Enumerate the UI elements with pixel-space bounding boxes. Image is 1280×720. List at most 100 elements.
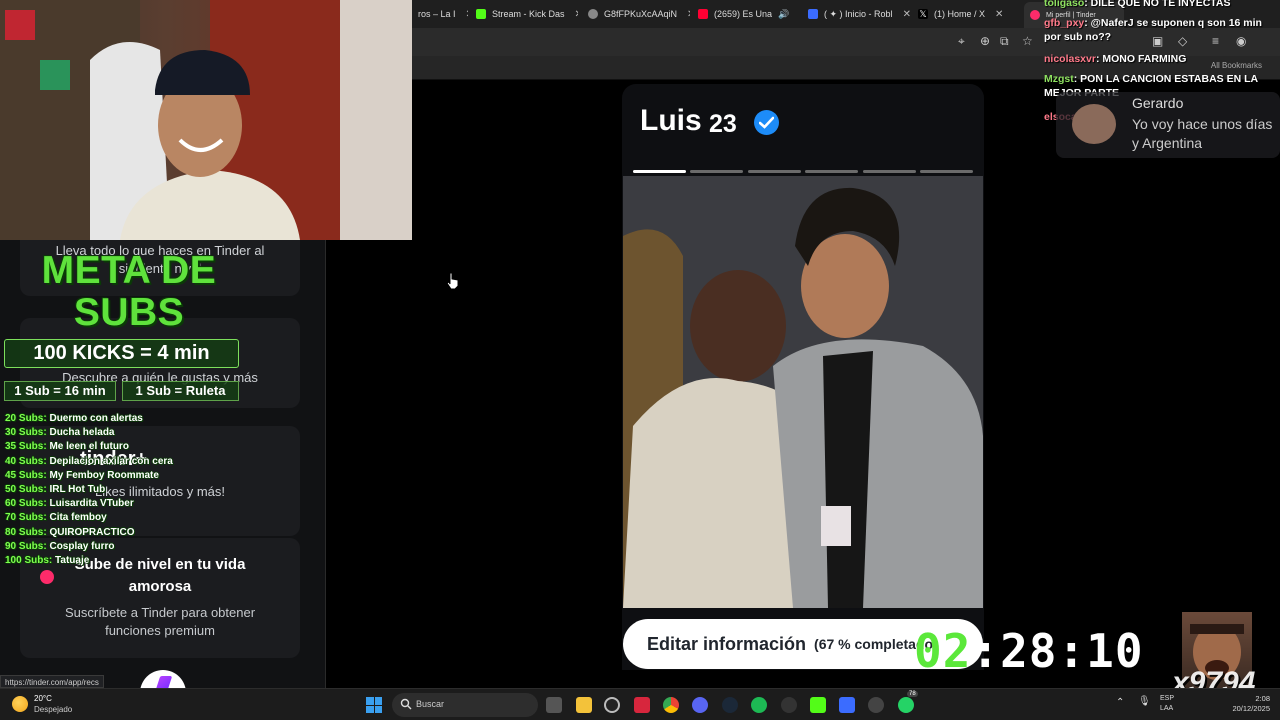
install-app-icon[interactable]: ⧉ (1000, 34, 1009, 49)
location-icon[interactable]: ⌖ (958, 34, 965, 49)
sub-time-rule: 1 Sub = 16 min (4, 381, 116, 401)
tab-close-icon[interactable]: ✕ (687, 9, 690, 20)
kicks-rule-box: 100 KICKS = 4 min (4, 339, 239, 368)
bookmark-star-icon[interactable]: ☆ (1022, 34, 1033, 48)
chat-message: nicolasxvr: MONO FARMING (1044, 52, 1280, 66)
tab-close-icon[interactable]: ✕ (575, 9, 578, 20)
roblox-favicon-icon (808, 9, 818, 19)
sub-goal-count: 50 Subs: (5, 484, 47, 496)
microphone-icon[interactable]: 🎙 (1138, 696, 1151, 707)
kick-icon[interactable] (810, 697, 826, 713)
system-clock[interactable]: 2:08 20/12/2025 (1218, 694, 1270, 714)
notification-message: Yo voy hace unos días y Argentina (1132, 116, 1273, 151)
sub-goal-count: 90 Subs: (5, 540, 47, 552)
obs-icon[interactable] (604, 697, 620, 713)
sub-goal-text: My Femboy Roommate (49, 469, 159, 481)
app-gray-icon[interactable] (868, 697, 884, 713)
app-dark-icon[interactable] (781, 697, 797, 713)
file-explorer-icon[interactable] (576, 697, 592, 713)
tab-label: ( ✦ ) Inicio - Robl (824, 8, 893, 19)
taskbar-search[interactable]: Buscar (392, 693, 538, 717)
speaker-icon[interactable]: 🔊 (778, 9, 789, 20)
status-bar-url: https://tinder.com/app/recs (0, 675, 104, 688)
chat-text: : DILE QUE NO TE INYECTAS (1084, 0, 1231, 9)
chat-text: : MONO FARMING (1095, 53, 1187, 65)
discord-icon[interactable] (692, 697, 708, 713)
tray-chevron-icon[interactable]: ⌃ (1116, 697, 1124, 708)
photo-progress-bar[interactable] (690, 170, 744, 173)
sub-goal-text: IRL Hot Tub (49, 484, 106, 496)
sub-goal-item: 40 Subs: Depilacion axilar con cera (5, 455, 173, 469)
spotify-icon[interactable] (751, 697, 767, 713)
chat-message: gfb_pxy: @NaferJ se suponen q son 16 min… (1044, 16, 1280, 44)
photo-progress-bar[interactable] (862, 170, 916, 173)
windows-start-icon[interactable] (366, 697, 382, 713)
zoom-icon[interactable]: ⊕ (980, 34, 990, 48)
windows-taskbar: 20°C Despejado Buscar 78 ⌃ 🎙 ESP LAA 2:0… (0, 688, 1280, 720)
app-blue-icon[interactable] (839, 697, 855, 713)
tab-close-icon[interactable]: ✕ (903, 9, 910, 20)
sub-roulette-rule: 1 Sub = Ruleta (122, 381, 239, 401)
keyboard-language[interactable]: ESP LAA (1160, 694, 1174, 714)
weather-temperature: 20°C (34, 694, 52, 703)
sub-goal-item: 80 Subs: QUIROPRACTICO (5, 526, 173, 540)
sub-goal-item: 50 Subs: IRL Hot Tub (5, 483, 173, 497)
sub-goal-count: 40 Subs: (5, 455, 47, 467)
sub-goal-item: 70 Subs: Cita femboy (5, 511, 173, 525)
search-icon (400, 698, 412, 710)
sub-goal-text: Tatuaje (55, 555, 90, 567)
sub-goal-text: Duermo con alertas (49, 413, 143, 424)
sub-goal-count: 20 Subs: (5, 413, 47, 424)
steam-icon[interactable] (722, 697, 738, 713)
youtube-favicon-icon (698, 9, 708, 19)
app-red-icon[interactable] (634, 697, 650, 713)
browser-tab[interactable]: G8fFPKuXcAAqiN ✕ (582, 4, 690, 24)
browser-tab[interactable]: ( ✦ ) Inicio - Robl ✕ (802, 4, 910, 24)
profile-photo[interactable] (623, 176, 983, 608)
tab-label: ros – La I (418, 9, 456, 19)
chat-username[interactable]: Mzgst (1044, 73, 1074, 85)
sub-goal-text: QUIROPRACTICO (49, 526, 135, 538)
sub-goal-text: Depilacion axilar con cera (49, 455, 173, 467)
photo-progress-bar[interactable] (747, 170, 801, 173)
tab-close-icon[interactable]: ✕ (995, 9, 1003, 20)
sub-goal-item: 45 Subs: My Femboy Roommate (5, 469, 173, 483)
sub-goal-count: 100 Subs: (5, 555, 53, 567)
clock-date: 20/12/2025 (1232, 704, 1270, 713)
photo-progress-bar[interactable] (920, 170, 973, 173)
profile-name: Luis (640, 104, 702, 137)
timer-hours: 02 (914, 624, 972, 678)
weather-sun-icon[interactable] (12, 696, 28, 712)
edit-profile-label: Editar información (647, 633, 807, 654)
tab-close-icon[interactable]: ✕ (799, 9, 800, 20)
streamer-webcam (0, 0, 412, 240)
sub-goal-count: 30 Subs: (5, 427, 47, 439)
tinder-favicon-icon (1030, 10, 1040, 20)
chat-username[interactable]: gfb_pxy (1044, 17, 1084, 29)
sub-goal-item: 90 Subs: Cosplay furro (5, 540, 173, 554)
sub-goal-text: Cosplay furro (49, 540, 115, 552)
timer-rest: :28:10 (971, 624, 1144, 678)
layout-code: LAA (1160, 705, 1174, 712)
browser-tab[interactable]: Stream - Kick Das ✕ (470, 4, 578, 24)
browser-tab[interactable]: ros – La I ✕ (412, 4, 468, 24)
chat-username[interactable]: toligaso (1044, 0, 1084, 9)
sub-goal-item: 35 Subs: Me leen el futuro (5, 440, 173, 454)
photo-progress-bar[interactable] (633, 170, 686, 173)
tab-label: (2659) Es Una (714, 9, 773, 19)
kick-favicon-icon (476, 9, 486, 19)
image-favicon-icon (588, 9, 598, 19)
browser-tab[interactable]: 𝕏 (1) Home / X ✕ (912, 4, 1020, 24)
sub-goal-text: Luisardita VTuber (49, 498, 134, 510)
whatsapp-icon[interactable]: 78 (898, 691, 918, 713)
sub-goal-count: 45 Subs: (5, 469, 47, 481)
chrome-icon[interactable] (663, 697, 679, 713)
task-view-icon[interactable] (546, 697, 562, 713)
sub-goal-item: 30 Subs: Ducha helada (5, 426, 173, 440)
tab-close-icon[interactable]: ✕ (466, 9, 468, 20)
sub-goal-text: Me leen el futuro (49, 441, 129, 453)
photo-progress-bar[interactable] (805, 170, 859, 173)
browser-tab[interactable]: (2659) Es Una 🔊 ✕ (692, 4, 800, 24)
chat-username[interactable]: nicolasxvr (1044, 53, 1096, 65)
tinder-flame-icon (40, 570, 54, 584)
